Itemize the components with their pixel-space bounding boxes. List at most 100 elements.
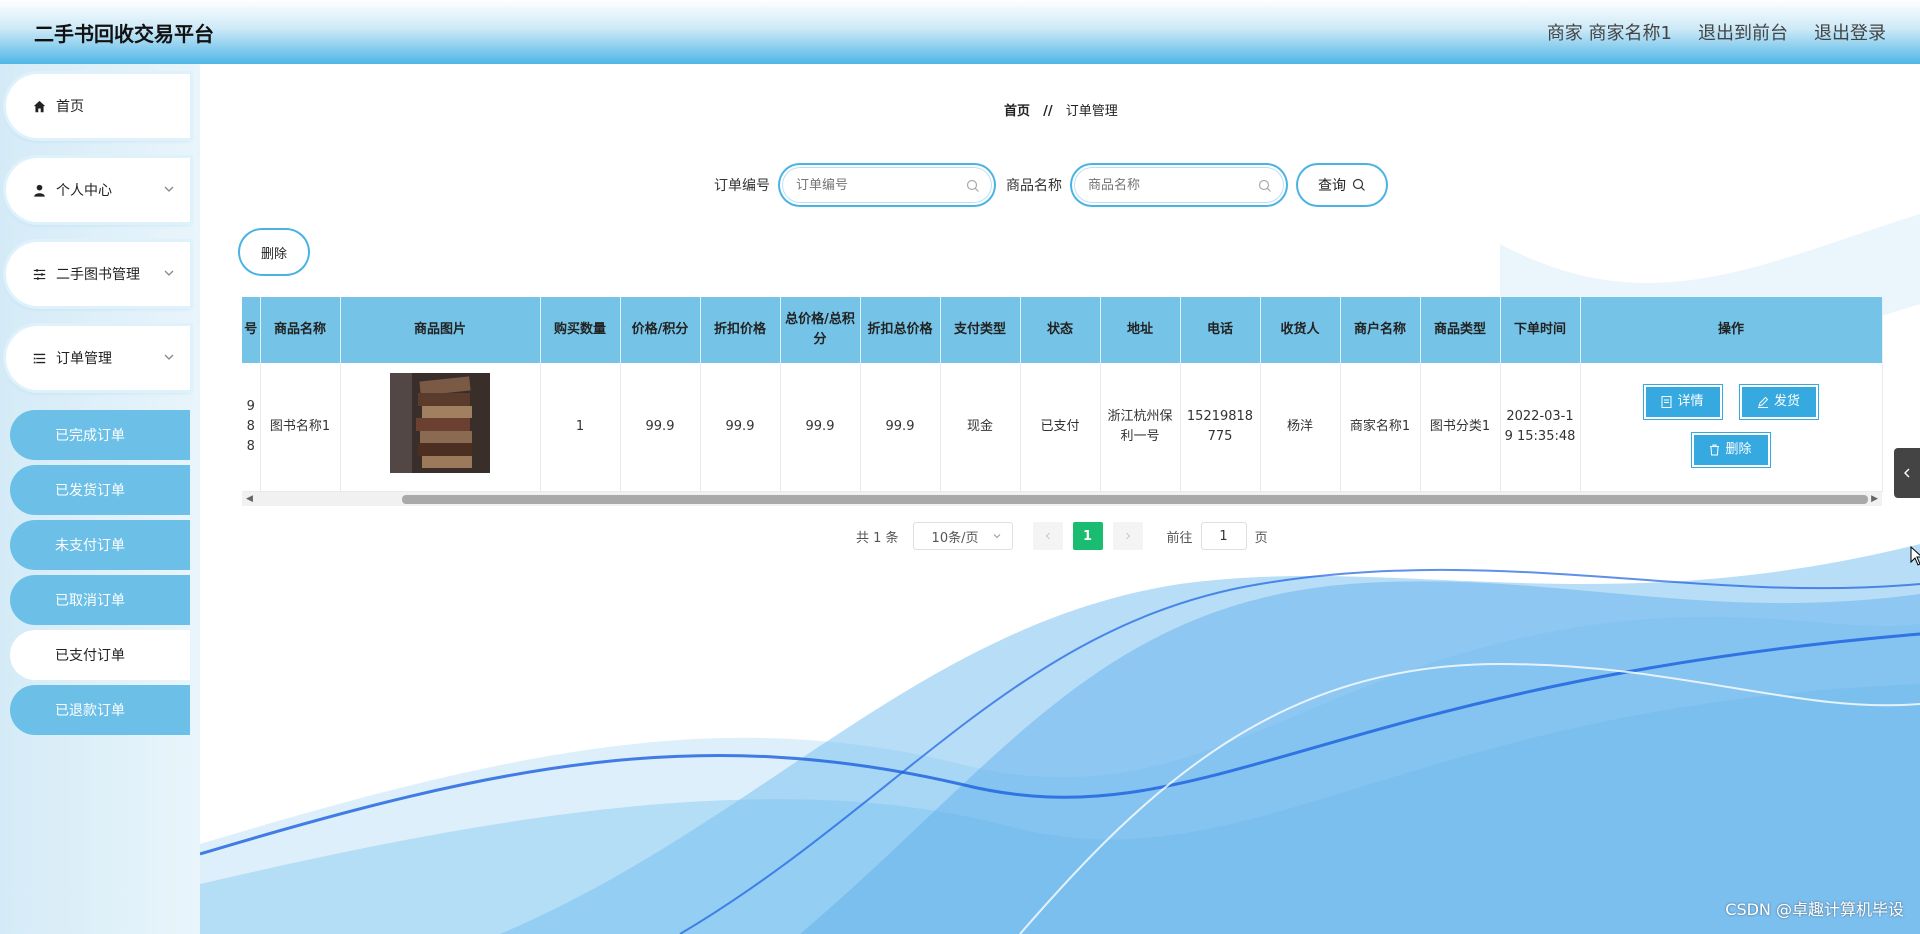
current-user-label: 商家 商家名称1: [1546, 23, 1672, 44]
top-header: 二手书回收交易平台 商家 商家名称1 退出到前台 退出登录: [0, 0, 1920, 64]
trash-icon: [1710, 444, 1720, 456]
product-image-cell: [340, 363, 541, 492]
table-header-row: 号 商品名称 商品图片 购买数量 价格/积分 折扣价格 总价格/总积分 折扣总价…: [242, 297, 1883, 363]
column-header: 总价格/总积分: [780, 297, 861, 363]
column-header: 商品图片: [340, 297, 541, 363]
page-size-select[interactable]: 10条/页: [912, 522, 1013, 550]
product-name-input[interactable]: [1088, 177, 1258, 193]
breadcrumb-separator: //: [1043, 104, 1053, 119]
breadcrumb-home[interactable]: 首页: [1004, 104, 1030, 119]
chevron-down-icon: [164, 186, 174, 192]
scroll-right-icon[interactable]: ▶: [1871, 494, 1878, 504]
horizontal-scrollbar[interactable]: ◀ ▶: [242, 491, 1882, 506]
quantity-cell: 1: [540, 363, 621, 492]
scroll-left-icon[interactable]: ◀: [246, 494, 253, 504]
column-header: 下单时间: [1500, 297, 1581, 363]
sidebar-item-label: 首页: [56, 99, 84, 115]
column-header: 商品名称: [260, 297, 341, 363]
merchant-cell: 商家名称1: [1340, 363, 1421, 492]
goto-page-input[interactable]: [1200, 522, 1247, 550]
detail-button[interactable]: 详情: [1643, 385, 1722, 419]
batch-delete-button[interactable]: 删除: [240, 230, 308, 274]
column-header: 折扣价格: [700, 297, 781, 363]
sidebar-subitem-shipped-orders[interactable]: 已发货订单: [10, 465, 190, 515]
column-header: 状态: [1020, 297, 1101, 363]
actions-cell: 详情 发货 删除: [1580, 363, 1883, 492]
next-page-button[interactable]: [1112, 522, 1143, 550]
sidebar-item-book-management[interactable]: 二手图书管理: [6, 242, 190, 306]
pay-type-cell: 现金: [940, 363, 1021, 492]
scrollbar-thumb[interactable]: [402, 494, 1868, 504]
column-header: 价格/积分: [620, 297, 701, 363]
column-header: 电话: [1180, 297, 1261, 363]
product-name-label: 商品名称: [1006, 178, 1062, 194]
sidebar-subitem-paid-orders[interactable]: 已支付订单: [10, 630, 190, 680]
order-no-cell: 9 8 8: [242, 363, 261, 492]
goto-prefix: 前往: [1166, 530, 1193, 546]
header-actions: 商家 商家名称1 退出到前台 退出登录: [1547, 19, 1886, 45]
pagination: 共 1 条 10条/页 1 前往 页: [856, 522, 1268, 550]
sidebar-item-personal-center[interactable]: 个人中心: [6, 158, 190, 222]
product-image[interactable]: [390, 373, 490, 474]
discount-price-cell: 99.9: [700, 363, 781, 492]
home-icon: [32, 99, 46, 113]
document-icon: [1661, 396, 1672, 408]
chevron-down-icon: [164, 270, 174, 276]
sidebar-item-label: 个人中心: [56, 183, 112, 199]
receiver-cell: 杨洋: [1260, 363, 1341, 492]
column-header: 商品类型: [1420, 297, 1501, 363]
main-content: 首页 // 订单管理 订单编号 商品名称 查询 删除: [200, 64, 1920, 934]
detail-button-label: 详情: [1677, 394, 1704, 409]
discount-total-cell: 99.9: [860, 363, 941, 492]
phone-cell: 15219818775: [1180, 363, 1261, 492]
breadcrumb: 首页 // 订单管理: [1004, 100, 1118, 119]
order-no-input[interactable]: [796, 177, 966, 193]
sliders-icon: [32, 267, 46, 281]
side-panel-toggle[interactable]: [1894, 448, 1920, 498]
chevron-left-icon: [1904, 468, 1910, 478]
category-cell: 图书分类1: [1420, 363, 1501, 492]
logout-link[interactable]: 退出登录: [1814, 19, 1886, 45]
chevron-left-icon: [1045, 532, 1050, 540]
product-name-cell: 图书名称1: [260, 363, 341, 492]
delete-row-button[interactable]: 删除: [1691, 433, 1770, 467]
chevron-down-icon: [164, 354, 174, 360]
ship-button[interactable]: 发货: [1739, 385, 1818, 419]
sidebar-subitem-refunded-orders[interactable]: 已退款订单: [10, 685, 190, 735]
address-cell: 浙江杭州保利一号: [1100, 363, 1181, 492]
page-number-current[interactable]: 1: [1072, 522, 1103, 550]
sidebar-item-home[interactable]: 首页: [6, 74, 190, 138]
search-icon: [966, 179, 979, 192]
orders-table: 号 商品名称 商品图片 购买数量 价格/积分 折扣价格 总价格/总积分 折扣总价…: [242, 297, 1883, 506]
column-header: 收货人: [1260, 297, 1341, 363]
product-name-field: [1072, 165, 1286, 205]
sidebar-subitem-cancelled-orders[interactable]: 已取消订单: [10, 575, 190, 625]
sidebar-item-order-management[interactable]: 订单管理: [6, 326, 190, 390]
sidebar-item-label: 二手图书管理: [56, 267, 140, 283]
sidebar: 首页 个人中心 二手图书管理 订单管理 已完成订单 已发货订单 未支付订单 已取…: [0, 64, 200, 934]
query-button[interactable]: 查询: [1298, 165, 1386, 205]
back-to-front-link[interactable]: 退出到前台: [1698, 19, 1788, 45]
order-time-cell: 2022-03-19 15:35:48: [1500, 363, 1581, 492]
column-header: 号: [242, 297, 261, 363]
column-header: 折扣总价格: [860, 297, 941, 363]
column-header: 支付类型: [940, 297, 1021, 363]
query-button-label: 查询: [1318, 178, 1346, 194]
sidebar-item-label: 订单管理: [56, 351, 112, 367]
column-header: 地址: [1100, 297, 1181, 363]
column-header: 商户名称: [1340, 297, 1421, 363]
search-icon: [1352, 178, 1365, 191]
status-cell: 已支付: [1020, 363, 1101, 492]
search-icon: [1258, 179, 1271, 192]
prev-page-button[interactable]: [1032, 522, 1063, 550]
list-icon: [32, 351, 46, 365]
delete-row-button-label: 删除: [1725, 442, 1752, 457]
sidebar-subitem-completed-orders[interactable]: 已完成订单: [10, 410, 190, 460]
goto-page: 前往 页: [1167, 522, 1268, 550]
sidebar-subitem-unpaid-orders[interactable]: 未支付订单: [10, 520, 190, 570]
column-header: 操作: [1580, 297, 1883, 363]
edit-icon: [1757, 396, 1769, 408]
watermark-text: CSDN @卓趣计算机毕设: [1725, 900, 1904, 919]
mouse-cursor-icon: [1910, 546, 1920, 566]
search-bar: 订单编号 商品名称 查询: [714, 165, 1386, 205]
